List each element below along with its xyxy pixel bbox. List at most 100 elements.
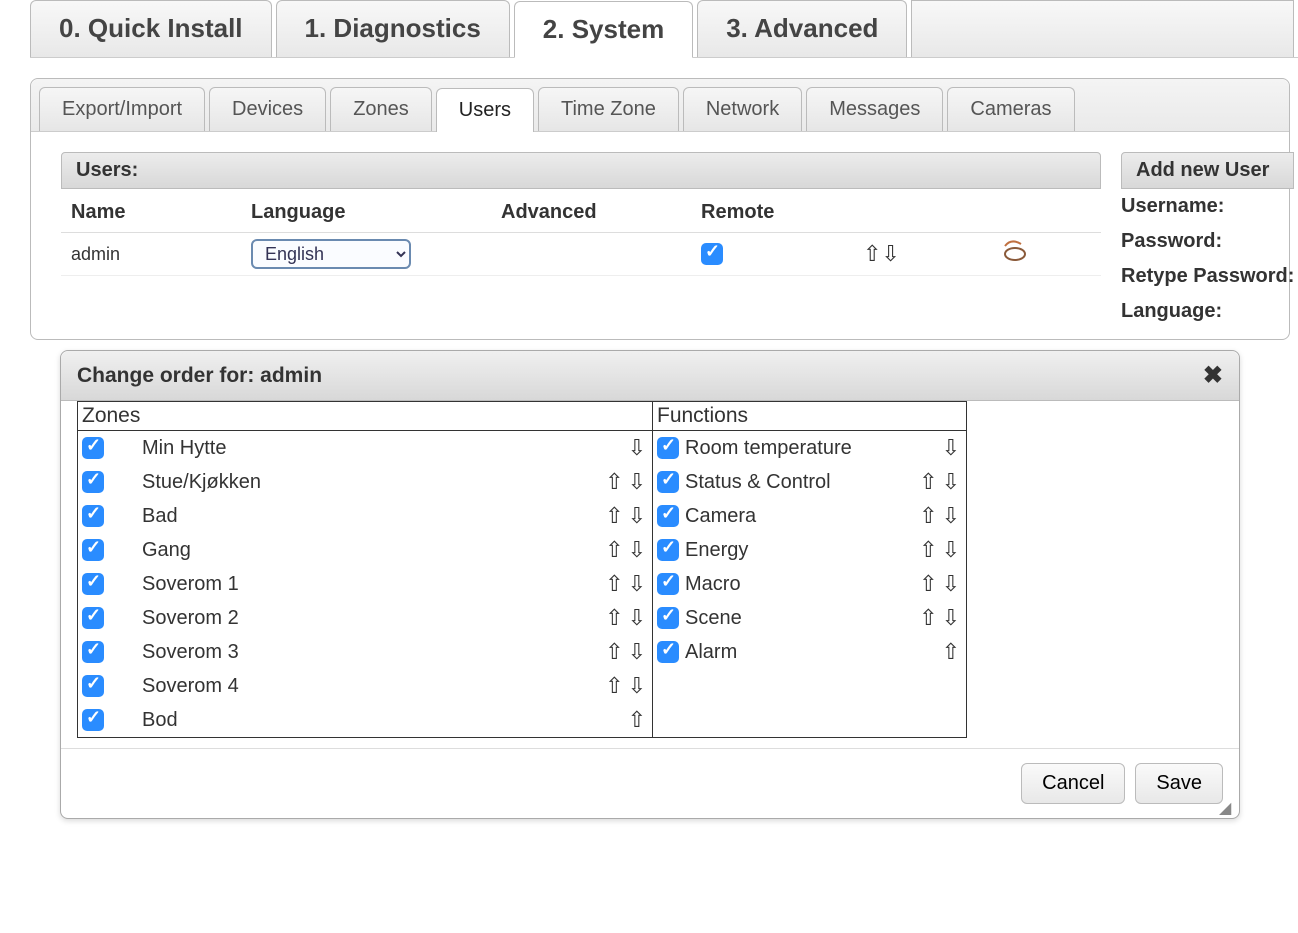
move-up-icon[interactable]: ⇧ [603, 605, 625, 630]
sub-tab-messages[interactable]: Messages [806, 87, 943, 131]
sub-tab-zones[interactable]: Zones [330, 87, 432, 131]
users-section-title: Users: [61, 152, 1101, 189]
zone-row: Min Hytte ⇩ [78, 431, 652, 465]
move-down-icon[interactable]: ⇩ [940, 605, 962, 630]
main-tab-filler [911, 0, 1294, 57]
cancel-button[interactable]: Cancel [1021, 763, 1125, 804]
sub-tab-bar: Export/Import Devices Zones Users Time Z… [31, 79, 1289, 132]
move-down-icon[interactable]: ⇩ [940, 503, 962, 528]
user-name: admin [61, 233, 241, 276]
move-up-icon[interactable]: ⇧ [917, 571, 939, 596]
function-row: Camera ⇧⇩ [653, 499, 966, 533]
function-label: Energy [685, 539, 902, 562]
move-up-icon[interactable]: ⇧ [603, 503, 625, 528]
move-down-icon[interactable]: ⇩ [940, 469, 962, 494]
user-row-admin: admin English ⇧⇩ [61, 233, 1101, 276]
move-up-icon[interactable]: ⇧ [917, 503, 939, 528]
move-down-icon[interactable]: ⇩ [626, 673, 648, 698]
function-checkbox[interactable] [657, 607, 679, 629]
move-up-icon[interactable]: ⇧ [917, 537, 939, 562]
language-select[interactable]: English [251, 239, 411, 269]
zone-checkbox[interactable] [82, 675, 104, 697]
save-button[interactable]: Save [1135, 763, 1223, 804]
sub-tab-export-import[interactable]: Export/Import [39, 87, 205, 131]
function-checkbox[interactable] [657, 641, 679, 663]
sub-tab-users[interactable]: Users [436, 88, 534, 132]
zone-label: Soverom 3 [110, 641, 588, 664]
zone-row: Soverom 3 ⇧⇩ [78, 635, 652, 669]
move-down-icon[interactable]: ⇩ [626, 639, 648, 664]
main-tab-quick-install[interactable]: 0. Quick Install [30, 0, 272, 57]
main-tab-system[interactable]: 2. System [514, 1, 693, 58]
label-password: Password: [1121, 224, 1294, 259]
function-checkbox[interactable] [657, 505, 679, 527]
function-row: Scene⇧⇩ [653, 601, 966, 635]
function-checkbox[interactable] [657, 471, 679, 493]
col-name: Name [61, 189, 241, 233]
reorder-icon[interactable]: ⇧⇩ [861, 241, 902, 266]
zone-row: Soverom 2 ⇧⇩ [78, 601, 652, 635]
function-checkbox[interactable] [657, 539, 679, 561]
move-up-icon[interactable]: ⇧ [917, 605, 939, 630]
move-down-icon[interactable]: ⇩ [940, 537, 962, 562]
zone-row: Bod⇧ [78, 703, 652, 737]
zone-checkbox[interactable] [82, 505, 104, 527]
function-label: Alarm [685, 641, 902, 664]
main-tab-advanced[interactable]: 3. Advanced [697, 0, 907, 57]
label-username: Username: [1121, 189, 1294, 224]
sub-tab-devices[interactable]: Devices [209, 87, 326, 131]
move-up-icon[interactable]: ⇧ [603, 639, 625, 664]
sub-tab-cameras[interactable]: Cameras [947, 87, 1074, 131]
move-up-icon[interactable]: ⇧ [603, 673, 625, 698]
zone-checkbox[interactable] [82, 573, 104, 595]
zone-label: Soverom 2 [110, 607, 588, 630]
function-row: Macro⇧⇩ [653, 567, 966, 601]
function-label: Status & Control [685, 471, 902, 494]
zone-checkbox[interactable] [82, 437, 104, 459]
zone-row: Stue/Kjøkken ⇧⇩ [78, 465, 652, 499]
sub-tab-time-zone[interactable]: Time Zone [538, 87, 679, 131]
zone-label: Soverom 1 [110, 573, 588, 596]
col-language: Language [241, 189, 491, 233]
move-down-icon[interactable]: ⇩ [626, 503, 648, 528]
move-down-icon[interactable]: ⇩ [626, 605, 648, 630]
functions-list: Functions Room temperature ⇩ Status & Cont… [653, 402, 966, 737]
move-up-icon[interactable]: ⇧ [940, 639, 962, 664]
zone-label: Stue/Kjøkken [110, 471, 588, 494]
remote-checkbox[interactable] [701, 243, 723, 265]
zone-label: Min Hytte [110, 437, 588, 460]
move-down-icon[interactable]: ⇩ [626, 469, 648, 494]
move-up-icon[interactable]: ⇧ [917, 469, 939, 494]
move-up-icon[interactable]: ⇧ [603, 469, 625, 494]
move-up-icon[interactable]: ⇧ [626, 707, 648, 732]
move-down-icon[interactable]: ⇩ [626, 571, 648, 596]
functions-list-title: Functions [653, 402, 966, 431]
zone-checkbox[interactable] [82, 709, 104, 731]
edit-icon[interactable] [1001, 242, 1029, 267]
move-down-icon[interactable]: ⇩ [626, 435, 648, 460]
add-user-section-title: Add new User [1121, 152, 1294, 189]
function-label: Room temperature [685, 437, 902, 460]
move-down-icon[interactable]: ⇩ [626, 537, 648, 562]
zone-checkbox[interactable] [82, 539, 104, 561]
function-checkbox[interactable] [657, 437, 679, 459]
move-up-icon[interactable]: ⇧ [603, 571, 625, 596]
zone-checkbox[interactable] [82, 471, 104, 493]
close-icon[interactable]: ✖ [1203, 361, 1223, 390]
move-down-icon[interactable]: ⇩ [940, 435, 962, 460]
system-panel: Export/Import Devices Zones Users Time Z… [30, 78, 1290, 340]
move-down-icon[interactable]: ⇩ [940, 571, 962, 596]
zone-checkbox[interactable] [82, 641, 104, 663]
main-tab-bar: 0. Quick Install 1. Diagnostics 2. Syste… [30, 0, 1298, 58]
resize-grip-icon[interactable]: ◢ [1219, 798, 1237, 816]
function-checkbox[interactable] [657, 573, 679, 595]
move-up-icon[interactable]: ⇧ [603, 537, 625, 562]
zone-checkbox[interactable] [82, 607, 104, 629]
label-language: Language: [1121, 294, 1294, 329]
zone-row: Soverom 1 ⇧⇩ [78, 567, 652, 601]
dialog-title: Change order for: admin [77, 364, 322, 388]
sub-tab-network[interactable]: Network [683, 87, 802, 131]
main-tab-diagnostics[interactable]: 1. Diagnostics [276, 0, 510, 57]
function-label: Camera [685, 505, 902, 528]
function-row: Energy ⇧⇩ [653, 533, 966, 567]
